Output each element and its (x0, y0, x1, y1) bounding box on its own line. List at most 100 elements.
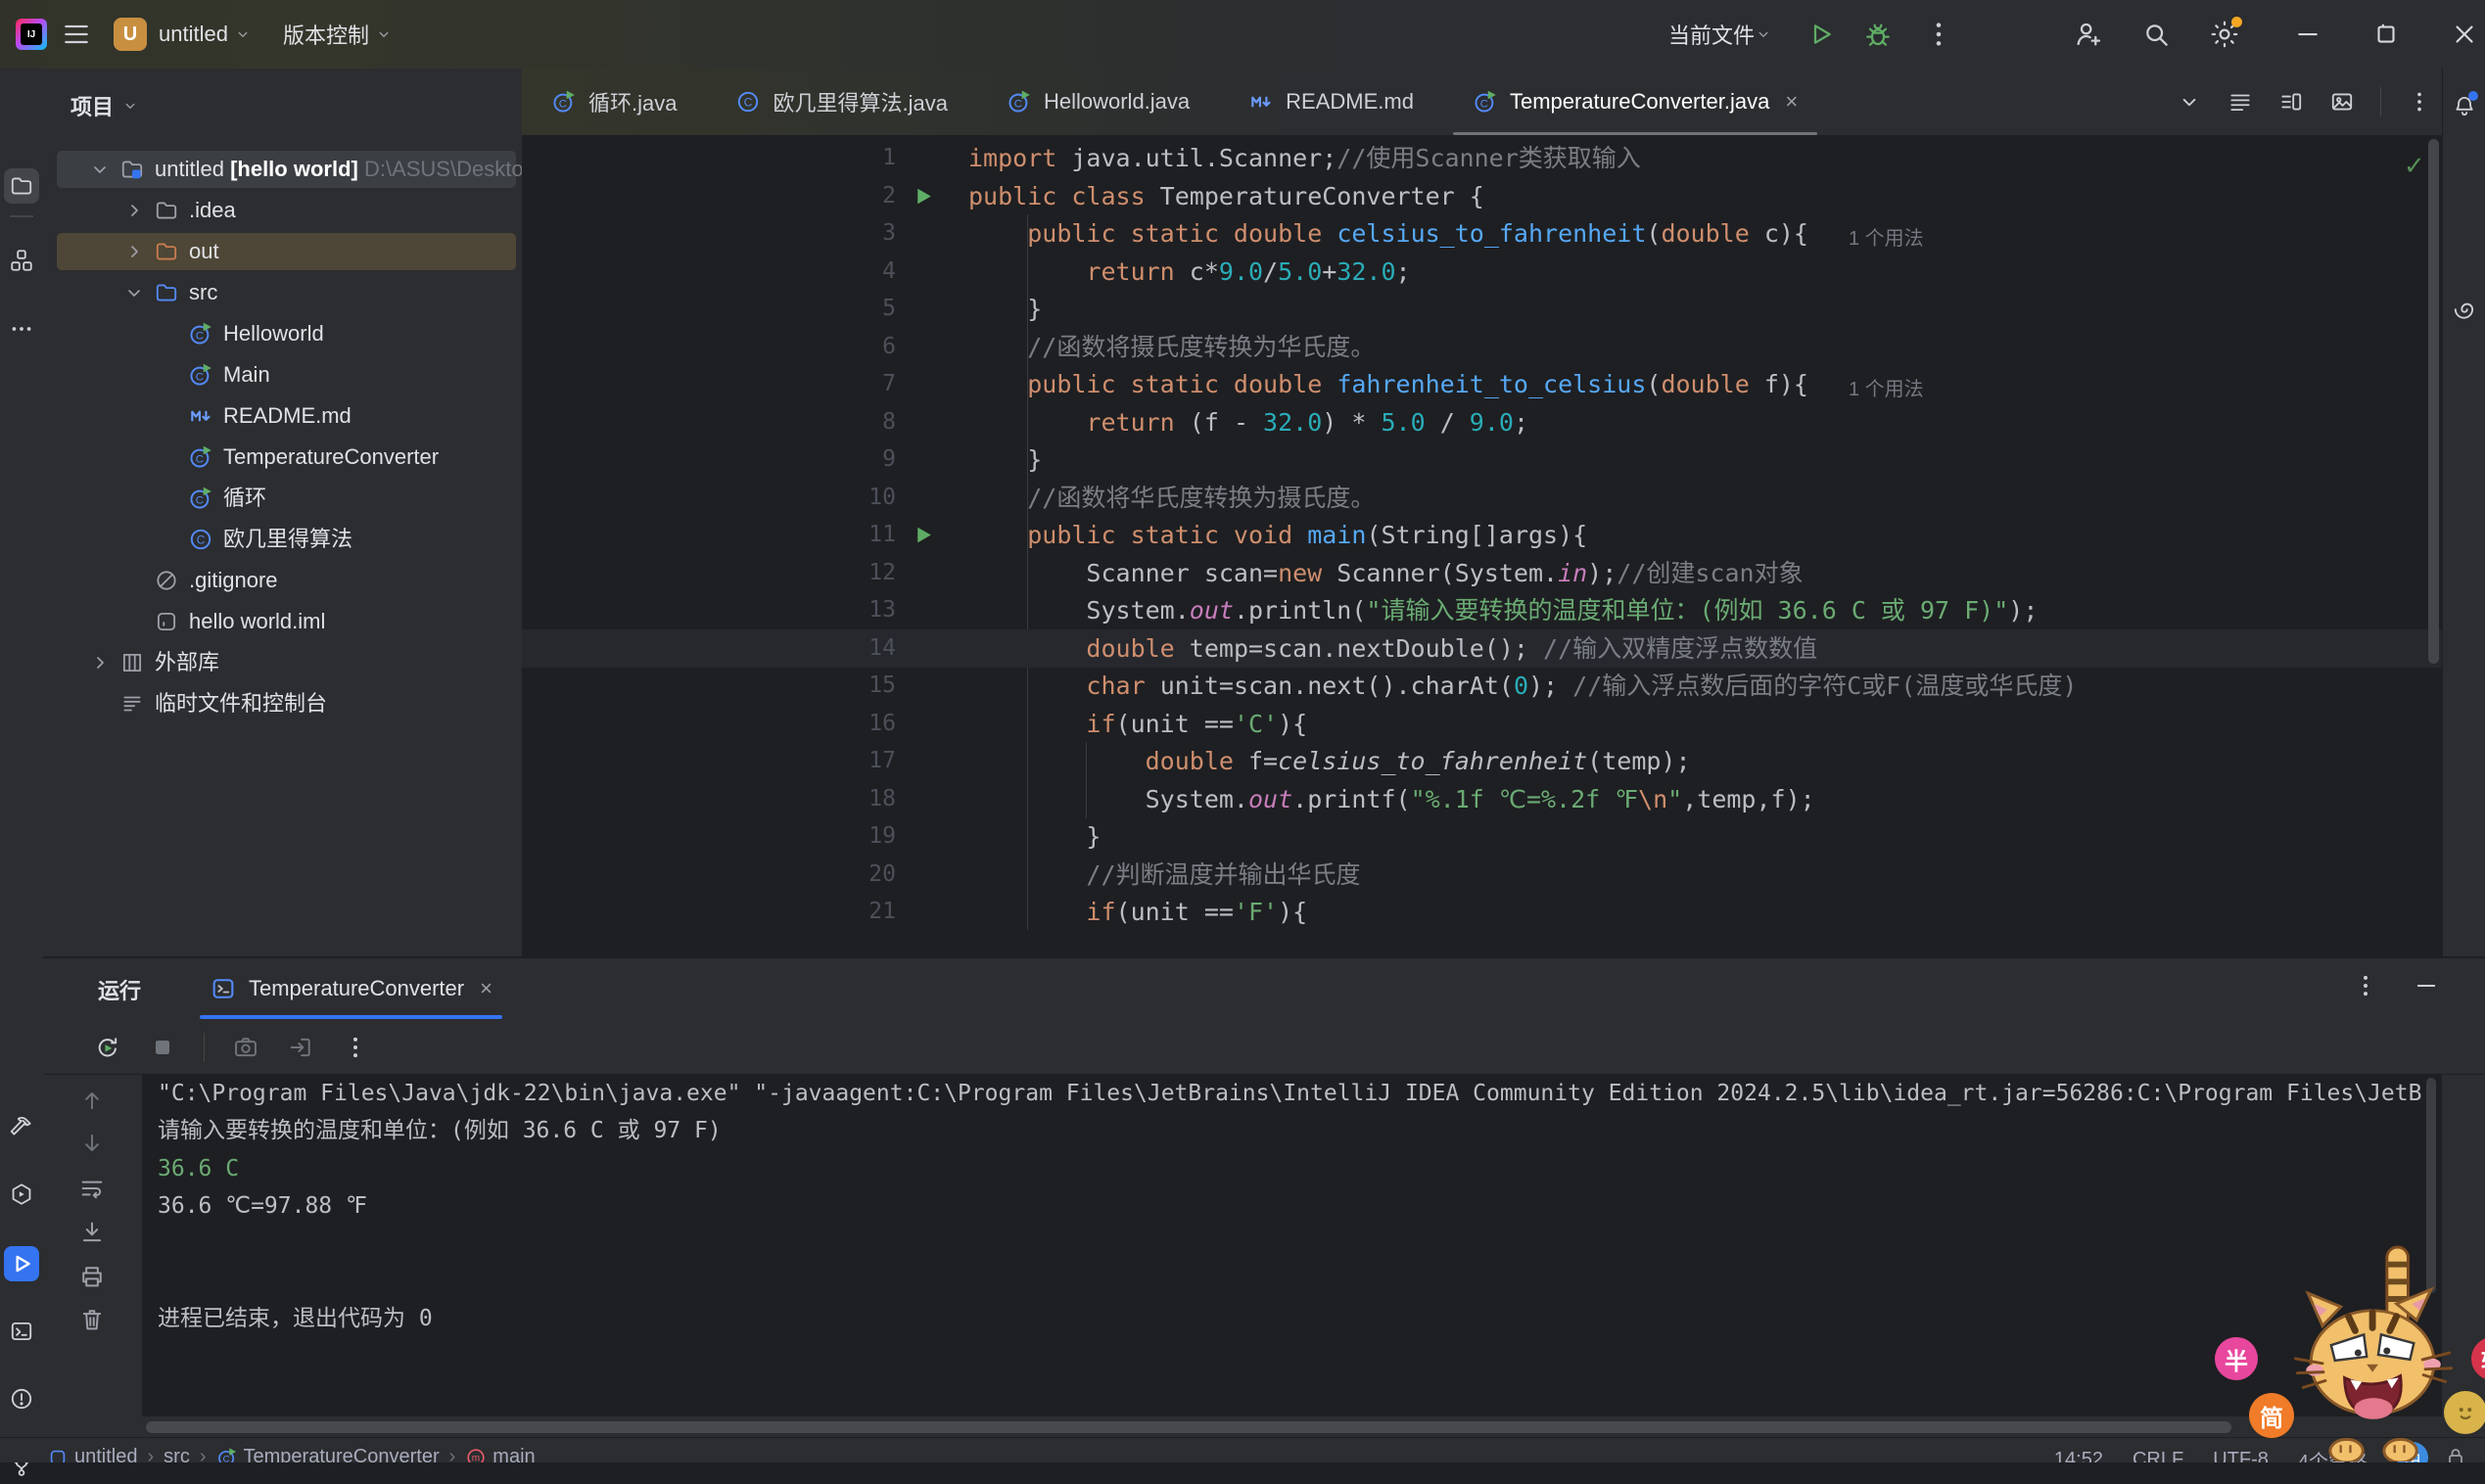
window-close-button[interactable] (2450, 20, 2479, 49)
tree-item[interactable]: .idea (43, 190, 522, 231)
console-line: 进程已结束，退出代码为 0 (142, 1300, 2442, 1337)
attach-debugger-icon[interactable] (287, 1034, 314, 1061)
tree-item[interactable]: README.md (43, 395, 522, 437)
run-config-widget[interactable]: 当前文件 (1668, 19, 1755, 50)
run-toolbar-more-icon[interactable] (342, 1034, 369, 1061)
tree-item[interactable]: out (43, 231, 522, 272)
chevron-right-icon[interactable] (88, 651, 112, 674)
project-panel-header[interactable]: 项目 (70, 90, 139, 121)
tree-item[interactable]: hello world.iml (43, 601, 522, 642)
run-line-icon[interactable] (912, 523, 936, 547)
stop-button[interactable] (149, 1034, 176, 1061)
tree-item[interactable]: src (43, 272, 522, 313)
line-separator-widget[interactable]: CRLF (2133, 1449, 2183, 1462)
tree-item[interactable]: untitled [hello world] D:\ASUS\Desktop\J… (43, 149, 522, 190)
vcs-chevron-icon[interactable] (375, 25, 393, 43)
breadcrumbs: untitled›src›CTemperatureConverter›mmain (47, 1446, 536, 1462)
code-line: 19 } (522, 817, 2442, 856)
line-number: 9 (796, 441, 896, 479)
ai-assistant-icon[interactable] (2447, 292, 2482, 327)
chevron-down-icon[interactable] (88, 158, 112, 181)
terminal-tool-button[interactable] (4, 1314, 39, 1349)
services-tool-button[interactable] (4, 1177, 39, 1212)
thread-dump-icon[interactable] (232, 1034, 259, 1061)
class-run-icon: C (188, 321, 213, 347)
more-actions-icon[interactable] (1923, 19, 1954, 50)
hide-run-panel-icon[interactable] (2413, 972, 2440, 999)
chevron-right-icon[interactable] (122, 199, 146, 222)
code-with-me-icon[interactable] (2072, 19, 2103, 50)
console-output[interactable]: "C:\Program Files\Java\jdk-22\bin\java.e… (142, 1075, 2442, 1416)
project-name[interactable]: untitled (159, 22, 228, 47)
vcs-widget[interactable]: 版本控制 (283, 19, 369, 50)
build-tool-button[interactable] (4, 1109, 39, 1144)
search-everywhere-icon[interactable] (2140, 19, 2172, 50)
rerun-button[interactable] (94, 1034, 121, 1061)
breadcrumb-item[interactable]: mmain (465, 1446, 535, 1462)
breadcrumb-item[interactable]: src (164, 1446, 190, 1462)
structure-tool-button[interactable] (4, 243, 39, 278)
breadcrumb-item[interactable]: CTemperatureConverter (216, 1446, 440, 1462)
project-chevron-icon[interactable] (234, 25, 252, 43)
run-config-chevron-icon[interactable] (1755, 25, 1772, 43)
console-line: 请输入要转换的温度和单位：(例如 36.6 C 或 97 F) (142, 1112, 2442, 1149)
editor-tab[interactable]: CTemperatureConverter.java× (1443, 69, 1827, 135)
scroll-to-end-icon[interactable] (78, 1219, 106, 1246)
problems-tool-button[interactable] (4, 1381, 39, 1416)
tree-item[interactable]: 临时文件和控制台 (43, 683, 522, 724)
line-number: 14 (796, 629, 896, 668)
editor-scrollbar[interactable] (2428, 139, 2439, 664)
class-icon: C (735, 89, 761, 115)
close-run-tab-icon[interactable]: × (480, 976, 492, 1001)
line-number: 17 (796, 742, 896, 780)
tree-item[interactable]: CMain (43, 354, 522, 395)
hidden-tabs-icon[interactable] (2177, 89, 2202, 115)
soft-wrap-icon[interactable] (78, 1175, 106, 1202)
notifications-bell-icon[interactable] (2447, 88, 2482, 123)
main-menu-icon[interactable] (61, 19, 92, 50)
tree-item[interactable]: 外部库 (43, 642, 522, 683)
split-editor-icon[interactable] (2278, 89, 2304, 115)
chevron-right-icon[interactable] (122, 240, 146, 263)
editor-tab[interactable]: CHelloworld.java (977, 69, 1219, 135)
window-minimize-button[interactable] (2293, 20, 2322, 49)
editor-tab[interactable]: C欧几里得算法.java (706, 69, 976, 135)
folder-icon (154, 198, 179, 223)
inspections-ok-icon[interactable]: ✓ (2404, 151, 2425, 181)
breadcrumb-item[interactable]: untitled (47, 1446, 138, 1462)
run-tool-button[interactable] (4, 1246, 39, 1281)
close-tab-icon[interactable]: × (1785, 89, 1798, 115)
next-occurrence-icon[interactable] (78, 1130, 106, 1157)
tab-options-icon[interactable] (2407, 89, 2432, 115)
tree-item[interactable]: C欧几里得算法 (43, 519, 522, 560)
print-icon[interactable] (78, 1263, 106, 1290)
run-tab[interactable]: TemperatureConverter × (190, 958, 512, 1019)
console-horizontal-scrollbar[interactable] (146, 1421, 2231, 1433)
run-panel-options-icon[interactable] (2352, 972, 2379, 999)
window-maximize-button[interactable] (2371, 20, 2401, 49)
editor-tab[interactable]: C循环.java (522, 69, 706, 135)
chevron-down-icon[interactable] (122, 281, 146, 304)
tree-item[interactable]: CHelloworld (43, 313, 522, 354)
prev-occurrence-icon[interactable] (78, 1087, 106, 1114)
class-run-icon: C (1473, 89, 1498, 115)
editor-tab[interactable]: README.md (1219, 69, 1443, 135)
svg-text:C: C (196, 453, 204, 465)
settings-icon[interactable] (2209, 19, 2240, 50)
tree-item[interactable]: CTemperatureConverter (43, 437, 522, 478)
debug-button[interactable] (1862, 19, 1894, 50)
ime-halfwidth-badge: 半 (2215, 1337, 2258, 1380)
project-tool-button[interactable] (4, 168, 39, 204)
code-editor[interactable]: 1import java.util.Scanner;//使用Scanner类获取… (522, 135, 2442, 956)
encoding-widget[interactable]: UTF-8 (2213, 1449, 2269, 1462)
more-tools-button[interactable] (4, 311, 39, 347)
class-run-icon: C (188, 486, 213, 511)
preview-icon[interactable] (2329, 89, 2355, 115)
markdown-icon (1248, 89, 1274, 115)
tree-item[interactable]: C循环 (43, 478, 522, 519)
tree-item[interactable]: .gitignore (43, 560, 522, 601)
tab-list-icon[interactable] (2227, 89, 2253, 115)
clear-console-icon[interactable] (78, 1306, 106, 1333)
run-button[interactable] (1805, 19, 1837, 50)
run-line-icon[interactable] (912, 184, 936, 209)
